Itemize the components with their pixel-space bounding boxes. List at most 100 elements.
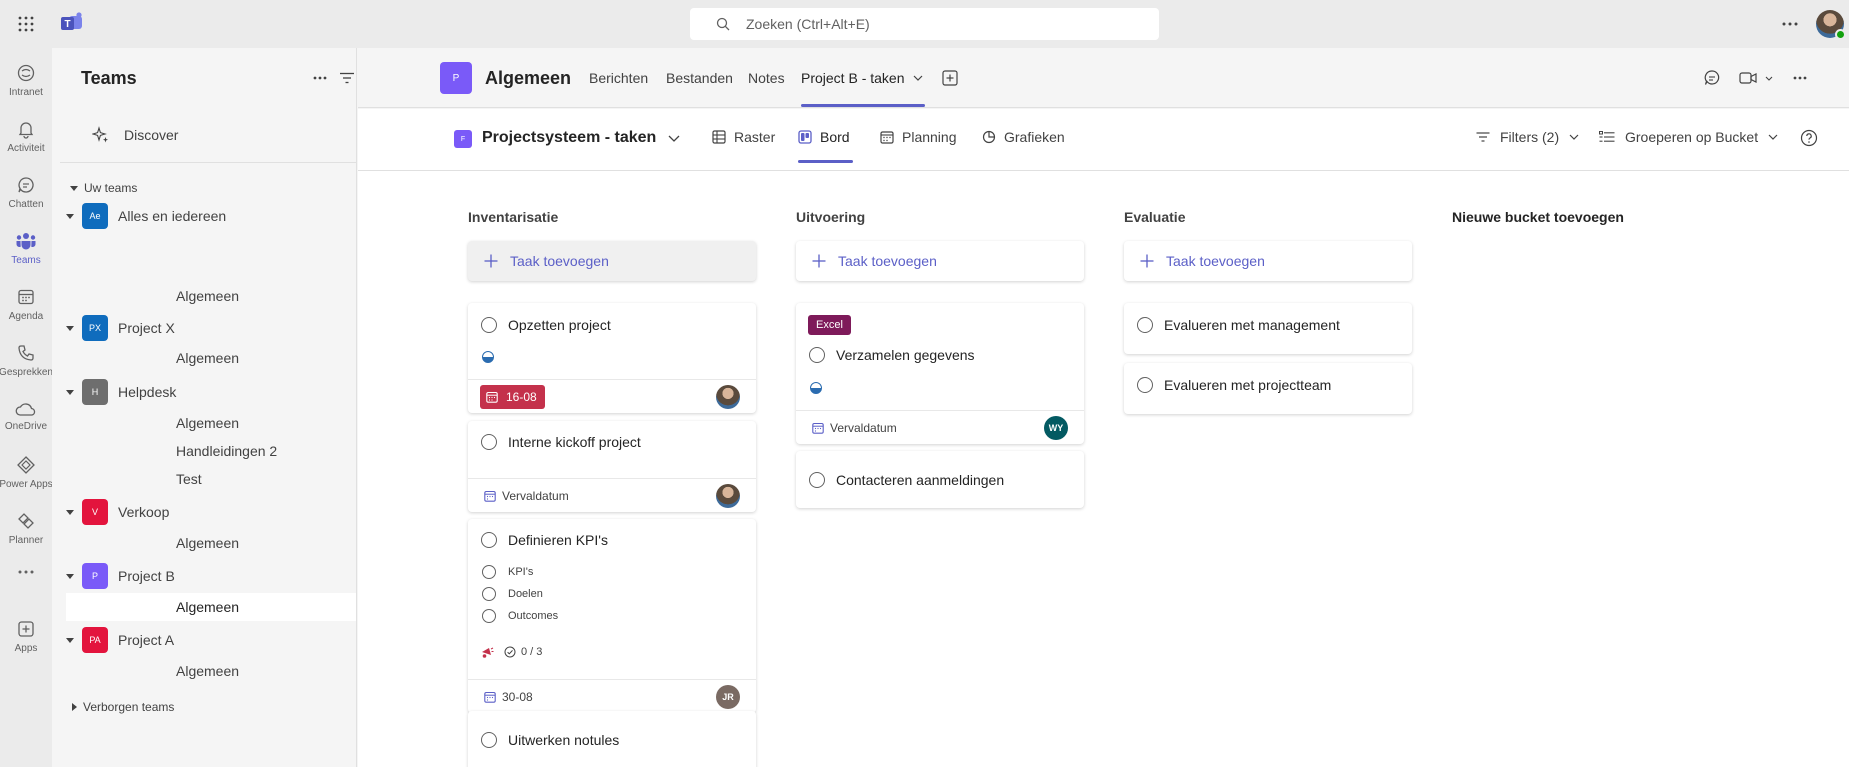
team-project-x[interactable]: PX Project X (66, 313, 356, 343)
rail-item-intranet[interactable]: Intranet (0, 52, 52, 108)
checklist-checkbox[interactable] (482, 565, 496, 579)
channel-algemeen[interactable]: Algemeen (66, 657, 356, 685)
checklist-item[interactable]: KPI's (482, 565, 533, 579)
label-chip-excel[interactable]: Excel (808, 315, 851, 335)
add-new-bucket[interactable]: Nieuwe bucket toevoegen (1452, 209, 1740, 229)
checklist-item[interactable]: Doelen (482, 587, 543, 601)
task-complete-checkbox[interactable] (481, 317, 497, 333)
help-icon[interactable] (1800, 129, 1828, 147)
task-card-opzetten-project[interactable]: Opzetten project 16-08 (468, 303, 756, 413)
view-tab-planning[interactable]: Planning (880, 129, 957, 145)
channel-algemeen[interactable]: Algemeen (66, 409, 356, 437)
assignee-avatar[interactable]: WY (1044, 416, 1068, 440)
more-options-icon[interactable] (308, 66, 332, 90)
team-project-b[interactable]: P Project B (66, 561, 356, 591)
plus-icon (1140, 254, 1154, 268)
team-project-a[interactable]: PA Project A (66, 625, 356, 655)
due-date[interactable]: 30-08 (484, 690, 533, 704)
profile-avatar[interactable] (1816, 10, 1846, 40)
filter-icon[interactable] (335, 66, 359, 90)
channel-test[interactable]: Test (66, 465, 356, 493)
tab-bestanden[interactable]: Bestanden (666, 70, 733, 86)
in-progress-icon[interactable] (482, 351, 494, 363)
rail-item-power-apps[interactable]: Power Apps (0, 444, 53, 500)
task-complete-checkbox[interactable] (809, 347, 825, 363)
view-tab-raster[interactable]: Raster (712, 129, 775, 145)
channel-algemeen[interactable]: Algemeen (66, 344, 356, 372)
due-date-badge-late[interactable]: 16-08 (480, 385, 545, 409)
group-by-label: Groeperen op Bucket (1625, 129, 1759, 145)
discover-link[interactable]: Discover (92, 126, 178, 144)
tab-project-b-taken[interactable]: Project B - taken (801, 70, 923, 86)
assignee-avatar[interactable] (716, 484, 740, 508)
meet-video-icon[interactable] (1736, 66, 1776, 90)
conversation-icon[interactable] (1700, 66, 1724, 90)
rail-item-teams[interactable]: Teams (0, 220, 52, 276)
hidden-teams-section-header[interactable]: Verborgen teams (72, 700, 174, 714)
group-by-button[interactable]: Groeperen op Bucket (1599, 129, 1778, 145)
channel-algemeen-selected[interactable]: Algemeen (66, 593, 356, 621)
more-options-icon[interactable] (1788, 66, 1812, 90)
teams-list-panel: Teams Discover Uw teams Ae Alles en iede… (52, 48, 381, 767)
due-date-placeholder[interactable]: Vervaldatum (812, 421, 897, 435)
task-card-evalueren-met-projectteam[interactable]: Evalueren met projectteam (1124, 363, 1412, 414)
settings-more-icon[interactable] (1778, 12, 1802, 36)
rail-item-apps[interactable]: Apps (0, 608, 52, 664)
task-card-evalueren-met-management[interactable]: Evalueren met management (1124, 303, 1412, 354)
app-launcher-icon[interactable] (14, 12, 38, 36)
task-card-uitwerken-notules[interactable]: Uitwerken notules (468, 711, 756, 767)
section-label: Verborgen teams (83, 700, 175, 714)
channel-handleidingen-2[interactable]: Handleidingen 2 (66, 437, 356, 465)
add-task-button[interactable]: Taak toevoegen (796, 241, 1084, 281)
task-complete-checkbox[interactable] (481, 732, 497, 748)
rail-item-agenda[interactable]: Agenda (0, 276, 52, 332)
rail-item-onedrive[interactable]: OneDrive (0, 388, 52, 444)
rail-item-calls[interactable]: Gesprekken (0, 332, 53, 388)
plus-icon (484, 254, 498, 268)
your-teams-section-header[interactable]: Uw teams (70, 181, 137, 195)
rail-item-chat[interactable]: Chatten (0, 164, 52, 220)
channel-algemeen[interactable]: Algemeen (66, 529, 356, 557)
plan-name-dropdown[interactable]: Projectsysteem - taken (482, 129, 680, 147)
checklist-checkbox[interactable] (482, 609, 496, 623)
tab-notes[interactable]: Notes (748, 70, 785, 86)
task-card-interne-kickoff-project[interactable]: Interne kickoff project Vervaldatum (468, 421, 756, 512)
assignee-avatar[interactable] (716, 385, 740, 409)
chevron-down-icon (668, 135, 680, 142)
rail-item-more[interactable] (0, 550, 52, 594)
task-complete-checkbox[interactable] (481, 532, 497, 548)
team-helpdesk[interactable]: H Helpdesk (66, 377, 356, 407)
task-card-contacteren-aanmeldingen[interactable]: Contacteren aanmeldingen (796, 451, 1084, 508)
assignee-avatar[interactable]: JR (716, 685, 740, 709)
team-verkoop[interactable]: V Verkoop (66, 497, 356, 527)
task-card-definieren-kpis[interactable]: Definieren KPI's KPI's Doelen Outcomes 0… (468, 519, 756, 713)
schedule-icon (880, 131, 894, 144)
add-tab-icon[interactable] (938, 66, 962, 90)
search-input[interactable]: Zoeken (Ctrl+Alt+E) (690, 8, 1159, 40)
view-tab-grafieken[interactable]: Grafieken (982, 129, 1065, 145)
chevron-down-icon (66, 573, 74, 579)
add-task-button[interactable]: Taak toevoegen (468, 241, 756, 281)
checklist-checkbox[interactable] (482, 587, 496, 601)
task-complete-checkbox[interactable] (809, 472, 825, 488)
checklist-item[interactable]: Outcomes (482, 609, 558, 623)
due-date-placeholder[interactable]: Vervaldatum (484, 489, 569, 503)
task-complete-checkbox[interactable] (481, 434, 497, 450)
rail-item-activity[interactable]: Activiteit (0, 108, 52, 164)
channel-name: Algemeen (176, 415, 240, 431)
intranet-icon (17, 64, 35, 81)
add-task-button[interactable]: Taak toevoegen (1124, 241, 1412, 281)
team-alles-en-iedereen[interactable]: Ae Alles en iedereen (66, 201, 356, 231)
calendar-icon (486, 391, 498, 403)
task-complete-checkbox[interactable] (1137, 377, 1153, 393)
in-progress-icon[interactable] (810, 382, 822, 394)
team-avatar: P (82, 563, 108, 589)
tab-berichten[interactable]: Berichten (589, 70, 648, 86)
view-tab-bord[interactable]: Bord (798, 129, 850, 145)
filters-button[interactable]: Filters (2) (1476, 129, 1579, 145)
rail-item-planner[interactable]: Planner (0, 500, 52, 556)
view-tab-label: Raster (734, 129, 776, 145)
channel-algemeen[interactable]: Algemeen (66, 282, 356, 310)
task-complete-checkbox[interactable] (1137, 317, 1153, 333)
task-card-verzamelen-gegevens[interactable]: Excel Verzamelen gegevens Vervaldatum WY (796, 303, 1084, 444)
